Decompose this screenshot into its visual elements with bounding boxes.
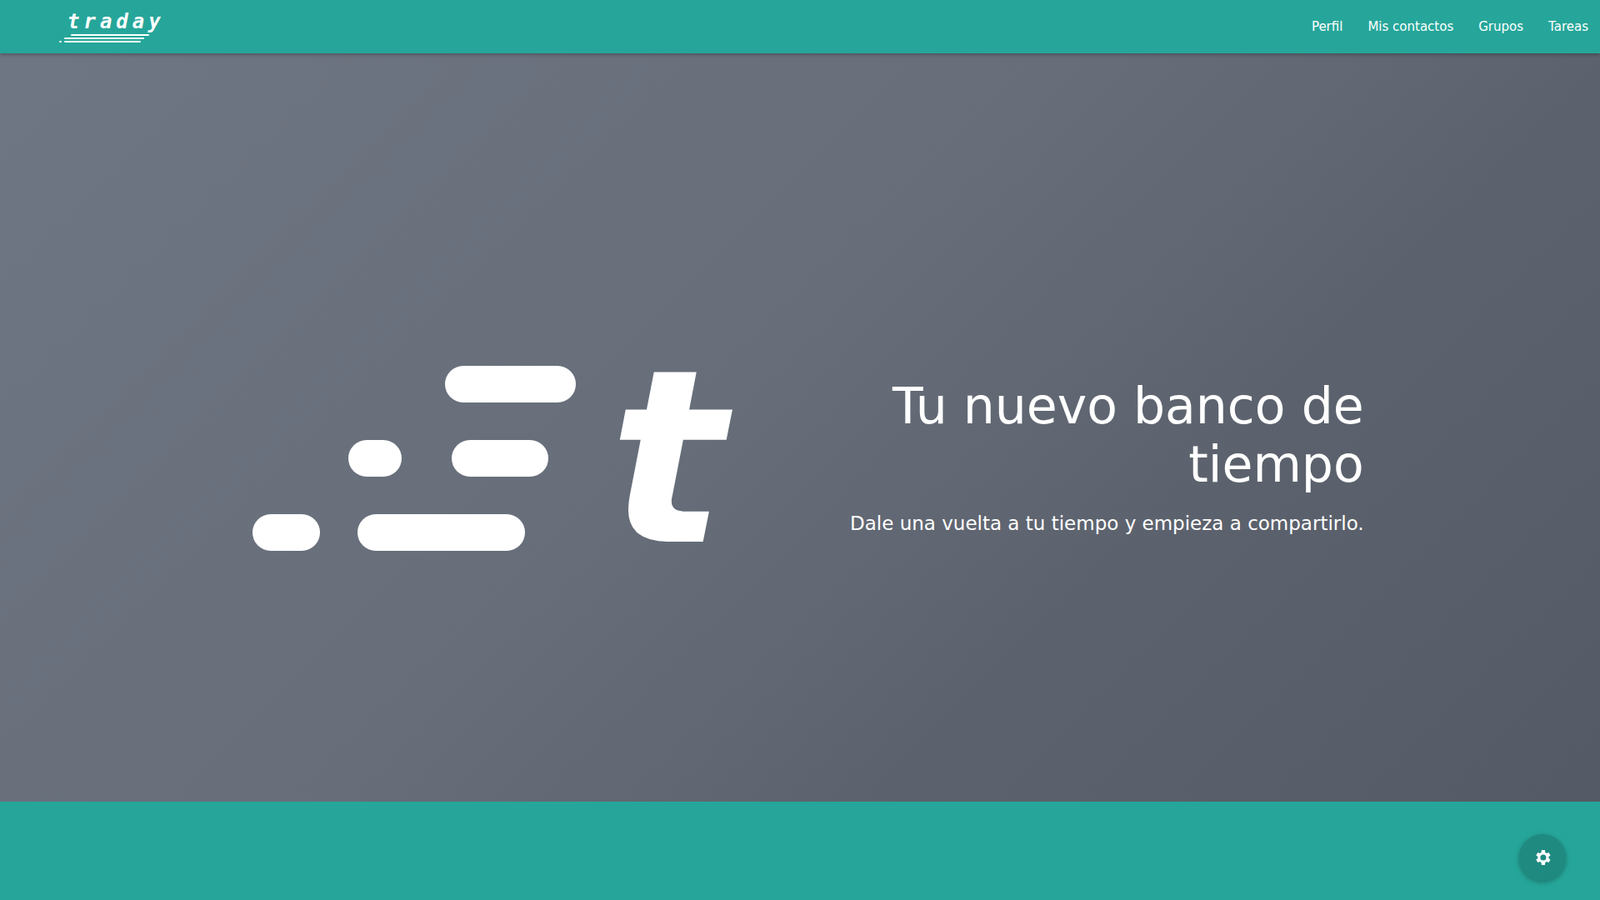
nav-link[interactable]: Perfil xyxy=(1311,14,1344,40)
logo-letter: t xyxy=(609,362,725,551)
bar xyxy=(348,440,402,477)
speed-lines-icon xyxy=(59,33,151,44)
bar xyxy=(357,514,525,551)
hero-text: Tu nuevo banco de tiempo Dale una vuelta … xyxy=(850,376,1365,537)
nav-link[interactable]: Mis contactos xyxy=(1367,14,1454,40)
hero-logo: t xyxy=(252,362,725,551)
hero-content: t Tu nuevo banco de tiempo Dale una vuelta… xyxy=(252,362,1364,551)
bar xyxy=(252,514,320,551)
brand-logo[interactable]: traday xyxy=(59,10,165,44)
content-section xyxy=(0,801,1600,900)
nav-link[interactable]: Tareas xyxy=(1548,14,1589,40)
hero-subtitle: Dale una vuelta a tu tiempo y empieza a … xyxy=(850,510,1365,537)
hero-title: Tu nuevo banco de tiempo xyxy=(864,376,1365,494)
nav-link[interactable]: Grupos xyxy=(1478,14,1524,40)
speed-bars-icon xyxy=(252,365,576,551)
nav-menu: Perfil Mis contactos Grupos Tareas xyxy=(1311,14,1589,40)
navbar: traday Perfil Mis contactos Grupos Tareas xyxy=(0,0,1600,54)
gear-icon xyxy=(1532,847,1553,868)
hero: t Tu nuevo banco de tiempo Dale una vuelta… xyxy=(0,53,1600,802)
bar xyxy=(451,440,549,477)
settings-button[interactable] xyxy=(1519,834,1566,881)
logo-text: traday xyxy=(59,10,165,33)
bar xyxy=(445,365,576,403)
page: traday Perfil Mis contactos Grupos Tareas t Tu… xyxy=(0,0,1600,900)
